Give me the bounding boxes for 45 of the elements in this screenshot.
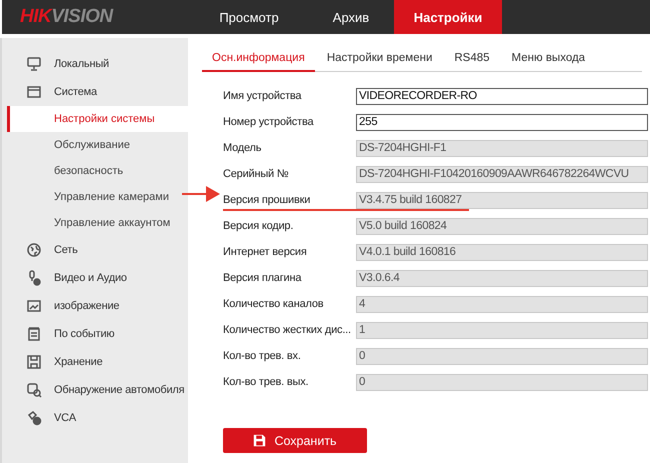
field-label: Количество каналов bbox=[223, 298, 324, 310]
globe-icon bbox=[26, 242, 42, 258]
field-label: Версия прошивки bbox=[223, 194, 312, 206]
sidebar-item[interactable]: изображение bbox=[2, 292, 188, 320]
input-field[interactable]: VIDEORECORDER-RO bbox=[356, 88, 648, 104]
input-field[interactable]: 255 bbox=[356, 114, 648, 130]
tab[interactable]: RS485 bbox=[444, 45, 500, 72]
annotation-arrow bbox=[182, 183, 222, 205]
sidebar-item[interactable]: Локальный bbox=[2, 50, 188, 78]
sidebar-item[interactable]: Видео и Аудио bbox=[2, 264, 188, 292]
field-label: Кол-во трев. вых. bbox=[223, 376, 310, 388]
tab[interactable]: Настройки времени bbox=[316, 45, 442, 72]
sidebar-subitem[interactable]: Настройки системы bbox=[7, 106, 188, 132]
window-icon bbox=[26, 84, 42, 100]
sidebar-item[interactable]: VCA bbox=[2, 404, 188, 432]
field-label: Имя устройства bbox=[223, 90, 302, 102]
sidebar-item[interactable]: Хранение bbox=[2, 348, 188, 376]
floppy-icon bbox=[253, 434, 266, 447]
nav-tab[interactable]: Просмотр bbox=[190, 0, 308, 34]
field-label: Кол-во трев. вх. bbox=[223, 350, 302, 362]
sidebar-item[interactable]: Сеть bbox=[2, 236, 188, 264]
field-label: Модель bbox=[223, 142, 262, 154]
sidebar-item[interactable]: Система bbox=[2, 78, 188, 106]
field-label: Версия плагина bbox=[223, 272, 302, 284]
sidebar-item[interactable]: По событию bbox=[2, 320, 188, 348]
sidebar-subitem[interactable]: безопасность bbox=[7, 158, 188, 184]
nav-tab[interactable]: Архив bbox=[308, 0, 394, 34]
calendar-icon bbox=[26, 326, 42, 342]
floppy-icon bbox=[26, 354, 42, 370]
sidebar-item[interactable]: Обнаружение автомобиля bbox=[2, 376, 188, 404]
logo: HIKVISION bbox=[19, 5, 114, 29]
sidebar-subitem[interactable]: Управление аккаунтом bbox=[7, 210, 188, 236]
monitor-icon bbox=[26, 56, 42, 72]
field-label: Серийный № bbox=[223, 168, 290, 180]
field-label: Версия кодир. bbox=[223, 220, 294, 232]
field-label: Номер устройства bbox=[223, 116, 315, 128]
sidebar-subitem[interactable]: Управление камерами bbox=[7, 184, 188, 210]
field-label: Количество жестких дис... bbox=[223, 324, 352, 336]
nav-tab[interactable]: Настройки bbox=[394, 0, 502, 34]
save-button[interactable]: Сохранить bbox=[223, 428, 367, 453]
tab[interactable]: Осн.информация bbox=[202, 45, 315, 72]
sidebar-subitem[interactable]: Обслуживание bbox=[7, 132, 188, 158]
image-icon bbox=[26, 298, 42, 314]
tab[interactable]: Меню выхода bbox=[502, 45, 596, 72]
field-label: Интернет версия bbox=[223, 246, 308, 258]
